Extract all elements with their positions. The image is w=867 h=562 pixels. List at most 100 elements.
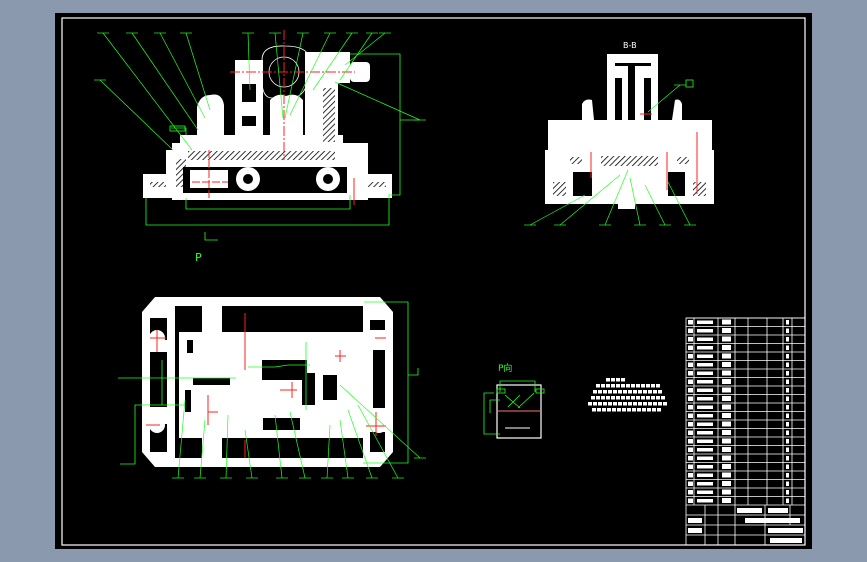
- bom-cell-text: [722, 336, 731, 342]
- note-glyph: [612, 408, 616, 412]
- title-block-text: [737, 508, 762, 513]
- note-glyph: [616, 378, 620, 382]
- bom-cell-text: [722, 328, 731, 333]
- note-glyph: [633, 402, 637, 406]
- bom-cell-text: [722, 472, 731, 478]
- bom-cell-text: [688, 422, 693, 427]
- note-glyph: [588, 402, 592, 406]
- note-glyph: [647, 408, 651, 412]
- note-glyph: [601, 396, 605, 400]
- note-glyph: [616, 396, 620, 400]
- note-glyph: [606, 396, 610, 400]
- bom-cell-text: [688, 379, 693, 384]
- note-glyph: [617, 408, 621, 412]
- section-view-label: B-B: [623, 41, 637, 50]
- bom-cell-text: [786, 371, 789, 376]
- top-view: [118, 297, 426, 479]
- bom-cell-text: [786, 430, 789, 435]
- bom-cell-text: [786, 345, 789, 350]
- note-glyph: [633, 390, 637, 394]
- note-glyph: [601, 384, 605, 388]
- note-glyph: [653, 390, 657, 394]
- bom-cell-text: [722, 387, 731, 393]
- bom-cell-text: [688, 464, 693, 469]
- bom-cell-text: [688, 345, 693, 350]
- note-glyph: [648, 390, 652, 394]
- bom-cell-text: [722, 430, 731, 435]
- bom-cell-text: [722, 481, 731, 486]
- note-glyph: [607, 408, 611, 412]
- bom-cell-text: [722, 362, 731, 367]
- title-block-text: [688, 528, 702, 533]
- bom-cell-text: [697, 414, 713, 418]
- bom-cell-text: [688, 413, 693, 418]
- title-block-text: [768, 508, 788, 513]
- bom-cell-text: [786, 413, 789, 418]
- bom-cell-text: [786, 337, 789, 342]
- front-view: [94, 30, 426, 241]
- bom-cell-text: [697, 354, 713, 358]
- bom-cell-text: [722, 345, 731, 350]
- note-glyph: [656, 384, 660, 388]
- bom-cell-text: [697, 431, 713, 435]
- note-glyph: [592, 408, 596, 412]
- note-glyph: [656, 396, 660, 400]
- note-glyph: [626, 396, 630, 400]
- bom-cell-text: [688, 447, 693, 452]
- leader-line: [99, 79, 174, 151]
- note-glyph: [663, 402, 667, 406]
- note-glyph: [603, 390, 607, 394]
- p-view-label: P向: [498, 364, 513, 374]
- note-glyph: [623, 390, 627, 394]
- bom-cell-text: [786, 396, 789, 401]
- note-glyph: [646, 396, 650, 400]
- bom-cell-text: [786, 379, 789, 384]
- bom-cell-text: [722, 464, 731, 469]
- bom-cell-text: [697, 329, 713, 333]
- bom-cell-text: [688, 439, 693, 444]
- bom-cell-text: [688, 396, 693, 401]
- leader-line: [159, 32, 206, 119]
- note-glyph: [613, 402, 617, 406]
- note-glyph: [623, 402, 627, 406]
- bom-cell-text: [722, 421, 731, 427]
- parts-list-title-block: [685, 317, 806, 546]
- leader-line: [344, 32, 386, 66]
- note-glyph: [652, 408, 656, 412]
- note-glyph: [608, 390, 612, 394]
- section-view: [524, 54, 714, 226]
- note-glyph: [632, 408, 636, 412]
- note-glyph: [596, 396, 600, 400]
- note-glyph: [613, 390, 617, 394]
- note-glyph: [631, 384, 635, 388]
- bom-cell-text: [786, 328, 789, 333]
- bom-cell-text: [786, 498, 789, 503]
- bom-cell-text: [722, 370, 731, 376]
- bom-cell-text: [786, 362, 789, 367]
- note-glyph: [606, 384, 610, 388]
- note-glyph: [631, 396, 635, 400]
- note-glyph: [611, 396, 615, 400]
- note-glyph: [598, 402, 602, 406]
- direction-arrow-label: P: [195, 251, 202, 264]
- bom-cell-text: [688, 337, 693, 342]
- bom-cell-text: [688, 456, 693, 461]
- bom-cell-text: [786, 405, 789, 410]
- bom-cell-text: [688, 371, 693, 376]
- bom-cell-text: [688, 362, 693, 367]
- title-block-text: [770, 538, 802, 543]
- note-glyph: [641, 396, 645, 400]
- note-glyph: [648, 402, 652, 406]
- bom-cell-text: [697, 346, 713, 350]
- bom-cell-text: [722, 438, 731, 444]
- note-glyph: [638, 390, 642, 394]
- bom-cell-text: [722, 379, 731, 384]
- bom-cell-text: [722, 319, 731, 325]
- bom-cell-text: [697, 320, 713, 324]
- note-glyph: [636, 384, 640, 388]
- bom-cell-text: [697, 405, 713, 409]
- bom-cell-text: [697, 439, 713, 443]
- note-glyph: [636, 396, 640, 400]
- bom-cell-text: [697, 465, 713, 469]
- bom-cell-text: [697, 397, 713, 401]
